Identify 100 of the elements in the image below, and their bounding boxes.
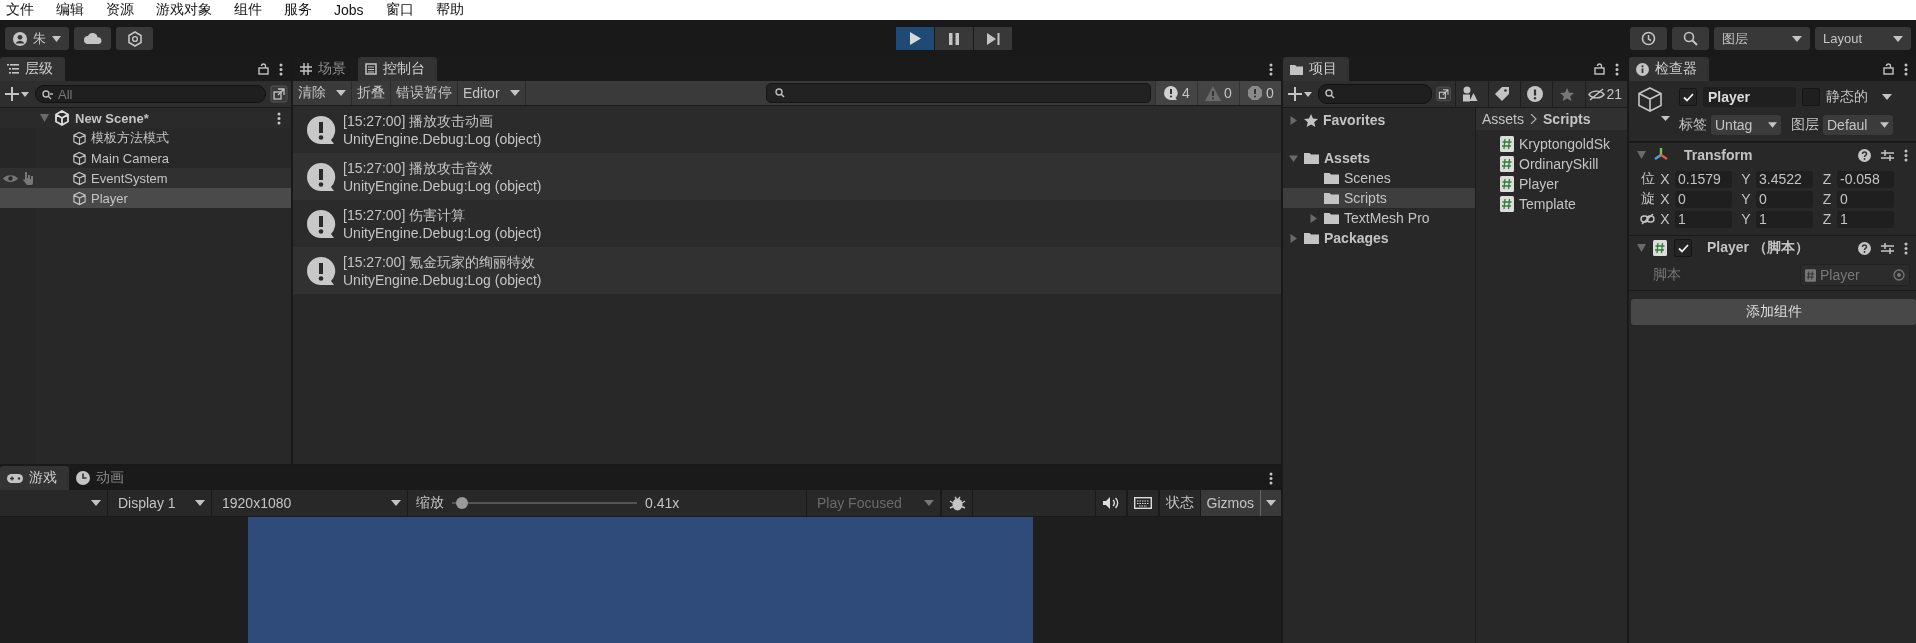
panel-tab[interactable]: 场景 (293, 57, 358, 81)
count-toggle[interactable]: 4 (1155, 81, 1197, 105)
mute-button[interactable] (1094, 490, 1127, 516)
more-icon[interactable] (1269, 471, 1273, 485)
gizmos-dropdown[interactable] (1260, 490, 1281, 516)
hierarchy-tab[interactable]: 层级 (0, 57, 65, 81)
number-field[interactable]: 1 (1837, 210, 1894, 228)
more-icon[interactable] (1904, 62, 1908, 76)
layout-dropdown[interactable]: Layout (1815, 27, 1911, 50)
script-file[interactable]: KryptongoldSk (1476, 134, 1627, 154)
number-field[interactable]: 0 (1837, 190, 1894, 208)
expand-arrow-icon[interactable] (1289, 153, 1298, 163)
number-field[interactable]: 1 (1756, 210, 1813, 228)
target-icon[interactable] (1893, 269, 1905, 281)
panel-tab[interactable]: 动画 (69, 466, 136, 490)
number-field[interactable]: 0.1579 (1675, 170, 1732, 188)
hidden-packages-button[interactable]: 21 (1584, 81, 1624, 107)
more-icon[interactable] (1904, 241, 1908, 255)
folder-tree-item[interactable]: TextMesh Pro (1283, 208, 1475, 228)
menu-item[interactable]: 服务 (278, 1, 321, 19)
panel-tab[interactable]: 控制台 (358, 57, 437, 81)
folder-tree-item[interactable]: Scenes (1283, 168, 1475, 188)
collab-button[interactable] (116, 27, 153, 50)
step-button[interactable] (974, 27, 1012, 50)
component-header[interactable]: Transform (1629, 142, 1916, 167)
menu-item[interactable]: 资源 (100, 1, 143, 19)
more-icon[interactable] (1615, 62, 1619, 76)
menu-item[interactable]: 文件 (0, 1, 43, 19)
slider-thumb[interactable] (455, 497, 468, 509)
hierarchy-item[interactable]: Main Camera (0, 148, 291, 168)
expand-icon[interactable] (1436, 85, 1452, 103)
pause-button[interactable] (935, 27, 973, 50)
menu-item[interactable]: 游戏对象 (150, 1, 221, 19)
expand-arrow-icon[interactable] (1309, 213, 1318, 223)
project-tab[interactable]: 项目 (1283, 57, 1349, 81)
more-icon[interactable] (277, 111, 281, 125)
panel-tab[interactable]: 游戏 (0, 466, 69, 490)
menu-item[interactable]: 窗口 (379, 1, 423, 19)
history-button[interactable] (1630, 27, 1667, 50)
script-file[interactable]: Template (1476, 194, 1627, 214)
hierarchy-item[interactable]: Player (0, 188, 291, 208)
keyboard-button[interactable] (1126, 490, 1159, 516)
count-toggle[interactable]: 0 (1197, 81, 1239, 105)
help-icon[interactable] (1858, 148, 1871, 162)
script-file[interactable]: Player (1476, 174, 1627, 194)
menu-item[interactable]: Jobs (328, 2, 373, 18)
breadcrumb-item[interactable]: Assets (1482, 111, 1524, 127)
menu-item[interactable]: 组件 (228, 1, 271, 19)
log-entry[interactable]: [15:27:00] 氪金玩家的绚丽特效 UnityEngine.Debug:Log (object) (293, 247, 1281, 294)
number-field[interactable]: -0.058 (1837, 170, 1894, 188)
play-button[interactable] (896, 27, 934, 50)
component-header[interactable]: Player （脚本） (1629, 235, 1916, 260)
layers-dropdown[interactable]: 图层 (1714, 27, 1810, 50)
enabled-checkbox[interactable] (1674, 239, 1692, 257)
count-toggle[interactable]: 0 (1239, 81, 1281, 105)
log-entry[interactable]: [15:27:00] 播放攻击音效 UnityEngine.Debug:Log (object) (293, 153, 1281, 200)
layer-dropdown[interactable]: Defaul (1823, 115, 1893, 135)
cloud-button[interactable] (74, 27, 111, 50)
expand-icon[interactable] (270, 85, 288, 103)
menu-item[interactable]: 帮助 (429, 1, 473, 19)
add-button[interactable] (3, 87, 31, 101)
expand-arrow-icon[interactable] (1289, 233, 1298, 243)
inspector-tab[interactable]: 检查器 (1629, 57, 1709, 81)
sliders-icon[interactable] (1881, 241, 1894, 255)
sliders-icon[interactable] (1881, 148, 1894, 162)
number-field[interactable]: 0 (1756, 190, 1813, 208)
hierarchy-item[interactable]: 模板方法模式 (0, 128, 291, 148)
expand-arrow-icon[interactable] (1289, 115, 1298, 125)
breadcrumb-item[interactable]: Scripts (1543, 111, 1591, 127)
hierarchy-item[interactable]: EventSystem (0, 168, 291, 188)
search-field[interactable] (1318, 84, 1432, 104)
add-component-button[interactable]: 添加组件 (1631, 299, 1916, 325)
visibility-icon[interactable] (2, 172, 36, 185)
more-icon[interactable] (1904, 148, 1908, 162)
search-field[interactable] (766, 83, 1151, 103)
number-field[interactable]: 1 (1675, 210, 1732, 228)
more-icon[interactable] (279, 62, 283, 76)
number-field[interactable]: 3.4522 (1756, 170, 1813, 188)
gizmos-button[interactable]: Gizmos (1199, 490, 1260, 516)
help-icon[interactable] (1858, 241, 1871, 255)
folder-tree-item[interactable]: Scripts (1283, 188, 1475, 208)
more-icon[interactable] (1269, 62, 1273, 76)
tag-dropdown[interactable]: Untag (1711, 115, 1781, 135)
link-icon[interactable] (1640, 213, 1655, 225)
lock-icon[interactable] (1594, 63, 1605, 75)
expand-arrow-icon[interactable] (1637, 151, 1646, 159)
expand-arrow-icon[interactable] (40, 114, 49, 122)
lock-icon[interactable] (258, 63, 269, 75)
number-field[interactable]: 0 (1675, 190, 1732, 208)
caret-icon[interactable] (1882, 94, 1892, 100)
account-button[interactable]: 朱 (5, 27, 69, 50)
bug-button[interactable] (941, 490, 973, 516)
search-field[interactable]: All (35, 85, 266, 103)
name-field[interactable]: Player (1703, 87, 1796, 107)
folder-tree-item[interactable]: Favorites (1283, 110, 1475, 130)
expand-arrow-icon[interactable] (1637, 244, 1646, 252)
folder-tree-item[interactable]: Packages (1283, 228, 1475, 248)
lock-icon[interactable] (1883, 63, 1894, 75)
folder-tree-item[interactable]: Assets (1283, 148, 1475, 168)
active-checkbox[interactable] (1679, 88, 1697, 106)
